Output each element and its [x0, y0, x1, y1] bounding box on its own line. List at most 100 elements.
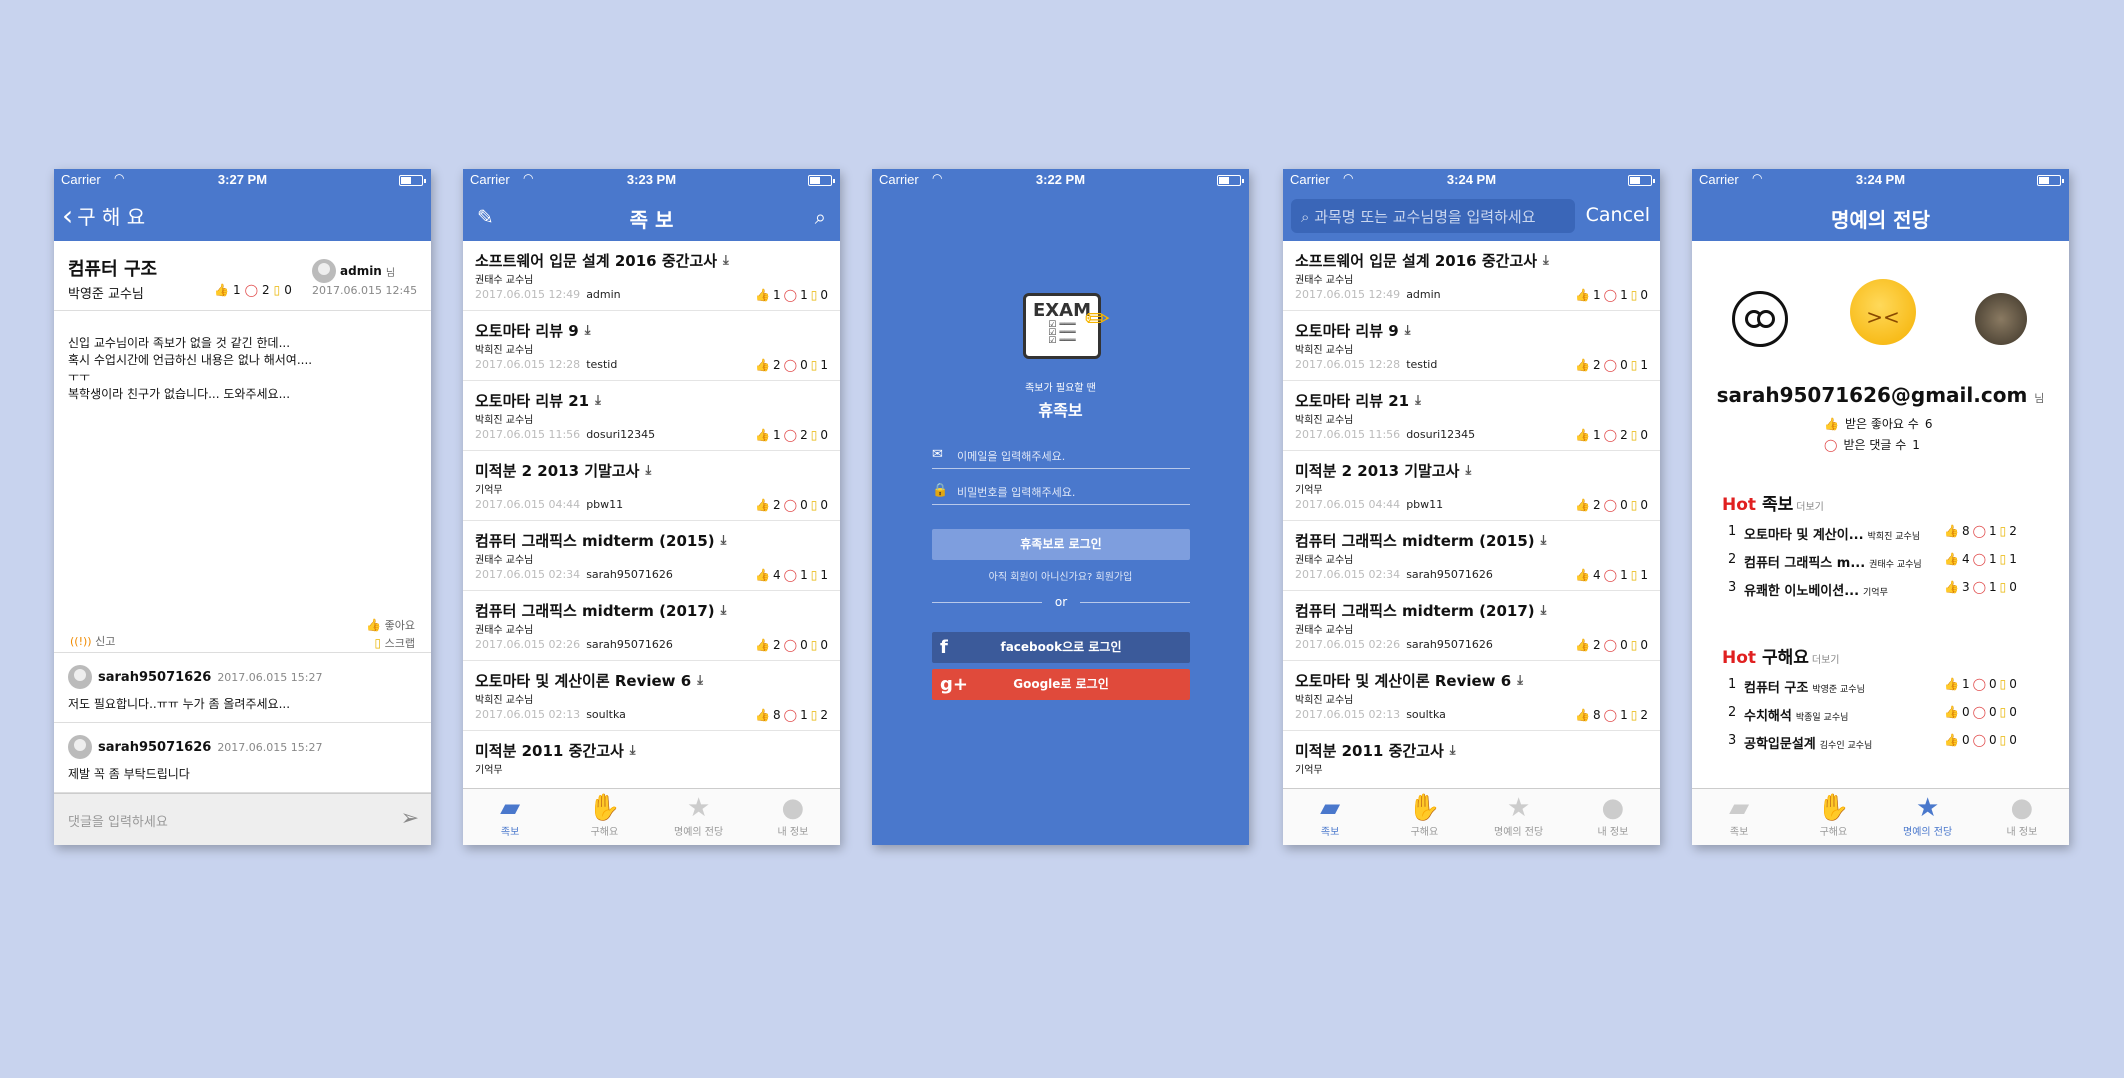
- list-item[interactable]: 소프트웨어 입문 설계 2016 중간고사 ⤓ 권태수 교수님 2017.06.015…: [1283, 241, 1660, 311]
- download-icon[interactable]: ⤓: [1415, 393, 1421, 408]
- tab-label: 내 정보: [1597, 827, 1629, 838]
- download-icon[interactable]: ⤓: [1543, 253, 1549, 268]
- list-item[interactable]: 오토마타 리뷰 21 ⤓ 박희진 교수님 2017.06.015 11:56 dosur…: [1283, 381, 1660, 451]
- rank-title-text: 유쾌한 이노베이션...: [1744, 584, 1860, 599]
- comment-user: sarah95071626: [98, 739, 212, 755]
- list-item[interactable]: 컴퓨터 그래픽스 midterm (2015) ⤓ 권태수 교수님 2017.06.0…: [1283, 521, 1660, 591]
- email-field[interactable]: ✉ 이메일을 입력해주세요.: [932, 441, 1190, 469]
- item-meta: 2017.06.015 12:49 admin: [475, 288, 621, 301]
- list-item[interactable]: 컴퓨터 그래픽스 midterm (2017) ⤓ 권태수 교수님 2017.06.0…: [463, 591, 840, 661]
- tab-hall-of-fame[interactable]: ★ 명예의 전당: [1881, 789, 1975, 845]
- photo-avatar[interactable]: [1975, 293, 2027, 345]
- bookmark-icon: ▯: [810, 638, 818, 652]
- item-title: 미적분 2 2013 기말고사 ⤓: [475, 460, 651, 481]
- rank-item[interactable]: 2 컴퓨터 그래픽스 m... 권태수 교수님 👍 4 ◯ 1 ▯ 1: [1728, 552, 2048, 574]
- avatar: [68, 735, 92, 759]
- item-user: admin: [1406, 288, 1441, 301]
- rank-professor: 김수인 교수님: [1819, 741, 1873, 751]
- list-item[interactable]: 미적분 2 2013 기말고사 ⤓ 기억무 2017.06.015 04:44 pbw1…: [463, 451, 840, 521]
- download-icon[interactable]: ⤓: [721, 533, 727, 548]
- list-item[interactable]: 오토마타 및 계산이론 Review 6 ⤓ 박희진 교수님 2017.06.015 …: [1283, 661, 1660, 731]
- download-icon[interactable]: ⤓: [630, 743, 636, 758]
- download-icon[interactable]: ⤓: [585, 323, 591, 338]
- rank-item[interactable]: 1 오토마타 및 계산이... 박희진 교수님 👍 8 ◯ 1 ▯ 2: [1728, 524, 2048, 546]
- item-title: 미적분 2 2013 기말고사 ⤓: [1295, 460, 1471, 481]
- item-user: testid: [586, 358, 618, 371]
- battery-icon: [1628, 175, 1655, 186]
- download-icon[interactable]: ⤓: [1405, 323, 1411, 338]
- chevron-left-icon: ‹: [62, 198, 74, 232]
- like-count: 4: [773, 568, 781, 582]
- tab-my-info[interactable]: ● 내 정보: [1566, 789, 1660, 845]
- list-item[interactable]: 컴퓨터 그래픽스 midterm (2015) ⤓ 권태수 교수님 2017.06.0…: [463, 521, 840, 591]
- download-icon[interactable]: ⤓: [1450, 743, 1456, 758]
- tab-jokbo[interactable]: ▰ 족보: [1692, 789, 1786, 845]
- send-icon[interactable]: ➢: [401, 806, 419, 831]
- status-time: 3:24 PM: [1855, 172, 1906, 187]
- google-login-button[interactable]: g+ Google로 로그인: [932, 669, 1190, 700]
- tab-my-info[interactable]: ● 내 정보: [746, 789, 840, 845]
- download-icon[interactable]: ⤓: [595, 393, 601, 408]
- login-button[interactable]: 휴족보로 로그인: [932, 529, 1190, 560]
- list-item[interactable]: 오토마타 리뷰 9 ⤓ 박희진 교수님 2017.06.015 12:28 testid…: [1283, 311, 1660, 381]
- item-title: 컴퓨터 그래픽스 midterm (2017) ⤓: [1295, 600, 1546, 621]
- tab-request[interactable]: ✋ 구해요: [557, 789, 651, 845]
- download-icon[interactable]: ⤓: [1465, 463, 1471, 478]
- bookmark-icon: ▯: [374, 636, 382, 650]
- more-link[interactable]: 더보기: [1812, 655, 1840, 666]
- download-icon[interactable]: ⤓: [723, 253, 729, 268]
- comment-count: 1: [1989, 552, 1997, 566]
- tab-hall-of-fame[interactable]: ★ 명예의 전당: [1472, 789, 1566, 845]
- download-icon[interactable]: ⤓: [645, 463, 651, 478]
- list-item[interactable]: 미적분 2 2013 기말고사 ⤓ 기억무 2017.06.015 04:44 pbw1…: [1283, 451, 1660, 521]
- like-button[interactable]: 👍 좋아요: [366, 617, 415, 633]
- tab-my-info[interactable]: ● 내 정보: [1975, 789, 2069, 845]
- rank-item[interactable]: 3 공학입문설계 김수인 교수님 👍 0 ◯ 0 ▯ 0: [1728, 733, 2048, 755]
- search-icon[interactable]: ⌕: [815, 205, 826, 229]
- download-icon[interactable]: ⤓: [1517, 673, 1523, 688]
- comment-icon: ◯: [1972, 705, 1987, 719]
- rank-item[interactable]: 3 유쾌한 이노베이션... 기억무 👍 3 ◯ 1 ▯ 0: [1728, 580, 2048, 602]
- item-user: sarah95071626: [586, 568, 673, 581]
- avatar: [68, 665, 92, 689]
- list-item[interactable]: 컴퓨터 그래픽스 midterm (2017) ⤓ 권태수 교수님 2017.06.0…: [1283, 591, 1660, 661]
- report-label: 신고: [95, 635, 116, 648]
- penguin-avatar[interactable]: [1732, 291, 1788, 347]
- tab-jokbo[interactable]: ▰ 족보: [1283, 789, 1377, 845]
- item-date: 2017.06.015 02:26: [475, 638, 581, 651]
- list-item[interactable]: 소프트웨어 입문 설계 2016 중간고사 ⤓ 권태수 교수님 2017.06.015…: [463, 241, 840, 311]
- download-icon[interactable]: ⤓: [697, 673, 703, 688]
- rank-item[interactable]: 1 컴퓨터 구조 박영준 교수님 👍 1 ◯ 0 ▯ 0: [1728, 677, 2048, 699]
- bookmark-icon: ▯: [810, 498, 818, 512]
- search-input[interactable]: ⌕ 과목명 또는 교수님명을 입력하세요: [1291, 199, 1575, 233]
- list-item[interactable]: 오토마타 리뷰 9 ⤓ 박희진 교수님 2017.06.015 12:28 testid…: [463, 311, 840, 381]
- item-title-text: 오토마타 및 계산이론 Review 6: [1295, 672, 1512, 690]
- list-item[interactable]: 오토마타 리뷰 21 ⤓ 박희진 교수님 2017.06.015 11:56 dosur…: [463, 381, 840, 451]
- item-meta: 2017.06.015 02:13 soultka: [475, 708, 626, 721]
- tab-hall-of-fame[interactable]: ★ 명예의 전당: [652, 789, 746, 845]
- google-label: Google로 로그인: [1013, 677, 1109, 691]
- signup-link[interactable]: 아직 회원이 아니신가요? 회원가입: [872, 568, 1249, 583]
- tab-jokbo[interactable]: ▰ 족보: [463, 789, 557, 845]
- item-date: 2017.06.015 02:34: [475, 568, 581, 581]
- cancel-button[interactable]: Cancel: [1586, 204, 1650, 226]
- thumbs-up-icon: 👍: [755, 638, 771, 652]
- tab-request[interactable]: ✋ 구해요: [1377, 789, 1471, 845]
- report-button[interactable]: ((!)) 신고: [70, 633, 115, 649]
- tab-label: 명예의 전당: [1494, 827, 1544, 838]
- screen-search: Carrier ◠ 3:24 PM ⌕ 과목명 또는 교수님명을 입력하세요 C…: [1283, 169, 1660, 845]
- emoji-avatar[interactable]: ><: [1850, 279, 1916, 345]
- password-field[interactable]: 🔒 비밀번호를 입력해주세요.: [932, 477, 1190, 505]
- rank-item[interactable]: 2 수치해석 박종일 교수님 👍 0 ◯ 0 ▯ 0: [1728, 705, 2048, 727]
- back-button[interactable]: ‹ 구 해 요: [62, 201, 145, 230]
- tab-request[interactable]: ✋ 구해요: [1786, 789, 1880, 845]
- scrap-button[interactable]: ▯ 스크랩: [375, 635, 415, 651]
- more-link[interactable]: 더보기: [1796, 502, 1824, 513]
- download-icon[interactable]: ⤓: [721, 603, 727, 618]
- facebook-login-button[interactable]: f facebook으로 로그인: [932, 632, 1190, 663]
- comment-input[interactable]: 댓글을 입력하세요: [68, 811, 168, 830]
- download-icon[interactable]: ⤓: [1541, 533, 1547, 548]
- list-item[interactable]: 오토마타 및 계산이론 Review 6 ⤓ 박희진 교수님 2017.06.015 …: [463, 661, 840, 731]
- item-meta: 2017.06.015 12:28 testid: [1295, 358, 1437, 371]
- download-icon[interactable]: ⤓: [1541, 603, 1547, 618]
